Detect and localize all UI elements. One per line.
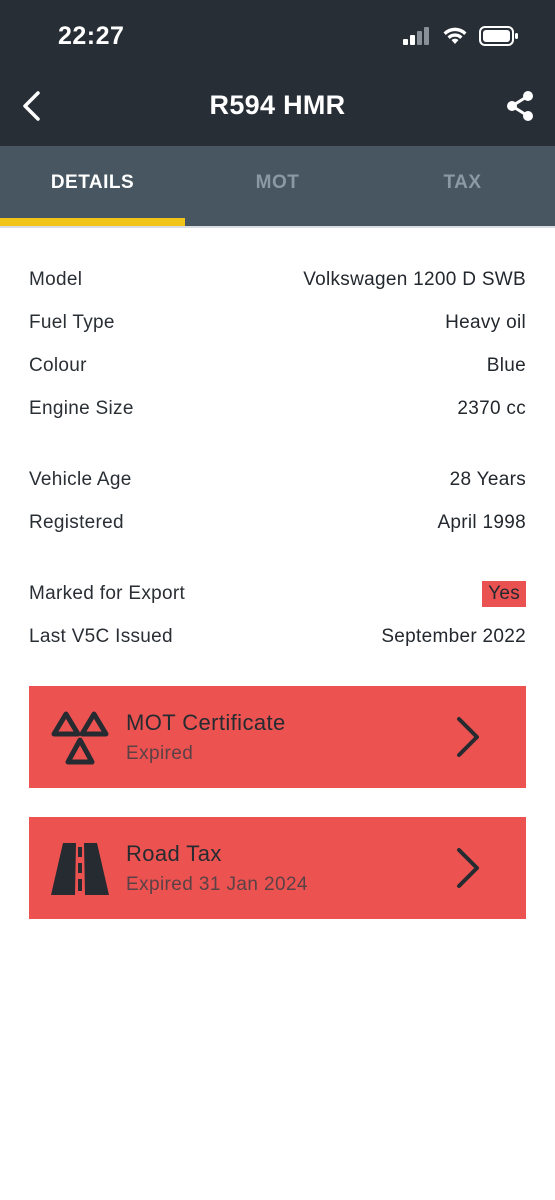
detail-value: Heavy oil [445, 311, 526, 333]
detail-row-v5c: Last V5C Issued September 2022 [29, 615, 526, 658]
detail-row-export: Marked for Export Yes [29, 572, 526, 615]
tab-tax[interactable]: TAX [370, 146, 555, 226]
card-subtitle: Expired [126, 743, 194, 764]
mot-certificate-card[interactable]: MOT Certificate Expired [29, 686, 526, 788]
detail-value: Blue [486, 354, 526, 376]
share-icon [507, 91, 533, 121]
detail-value: April 1998 [437, 511, 526, 533]
detail-label: Vehicle Age [29, 468, 132, 490]
detail-row-engine: Engine Size 2370 cc [29, 387, 526, 430]
detail-value: 2370 cc [457, 397, 526, 419]
app-header: 22:27 R594 HMR [0, 0, 555, 146]
mot-triangles-icon [51, 711, 109, 765]
detail-label: Colour [29, 354, 87, 376]
road-icon [51, 843, 109, 895]
chevron-right-icon [457, 848, 479, 888]
detail-value: 28 Years [449, 468, 526, 490]
share-button[interactable] [505, 90, 535, 122]
tab-divider [0, 226, 555, 228]
detail-label: Fuel Type [29, 311, 115, 333]
card-title: Road Tax [126, 841, 222, 866]
page-title: R594 HMR [209, 90, 346, 120]
detail-row-colour: Colour Blue [29, 344, 526, 387]
chevron-right-icon [457, 717, 479, 757]
detail-value: Volkswagen 1200 D SWB [303, 268, 526, 290]
tab-details[interactable]: DETAILS [0, 146, 185, 226]
detail-row-registered: Registered April 1998 [29, 501, 526, 544]
status-time: 22:27 [58, 22, 125, 50]
detail-row-fuel: Fuel Type Heavy oil [29, 301, 526, 344]
card-title: MOT Certificate [126, 710, 286, 735]
detail-label: Model [29, 268, 83, 290]
road-tax-card[interactable]: Road Tax Expired 31 Jan 2024 [29, 817, 526, 919]
detail-label: Registered [29, 511, 124, 533]
detail-value: September 2022 [381, 625, 526, 647]
detail-label: Engine Size [29, 397, 134, 419]
tab-mot[interactable]: MOT [185, 146, 370, 226]
wifi-icon [443, 27, 467, 44]
status-icons [403, 26, 519, 46]
detail-label: Marked for Export [29, 582, 186, 604]
signal-icon [403, 27, 429, 45]
battery-icon [479, 26, 518, 46]
card-subtitle: Expired 31 Jan 2024 [126, 874, 308, 895]
detail-label: Last V5C Issued [29, 625, 173, 647]
detail-row-age: Vehicle Age 28 Years [29, 458, 526, 501]
export-status-badge: Yes [482, 580, 526, 607]
detail-row-model: Model Volkswagen 1200 D SWB [29, 258, 526, 301]
vehicle-details: Model Volkswagen 1200 D SWB Fuel Type He… [0, 258, 555, 658]
tab-bar: DETAILS MOT TAX [0, 146, 555, 226]
